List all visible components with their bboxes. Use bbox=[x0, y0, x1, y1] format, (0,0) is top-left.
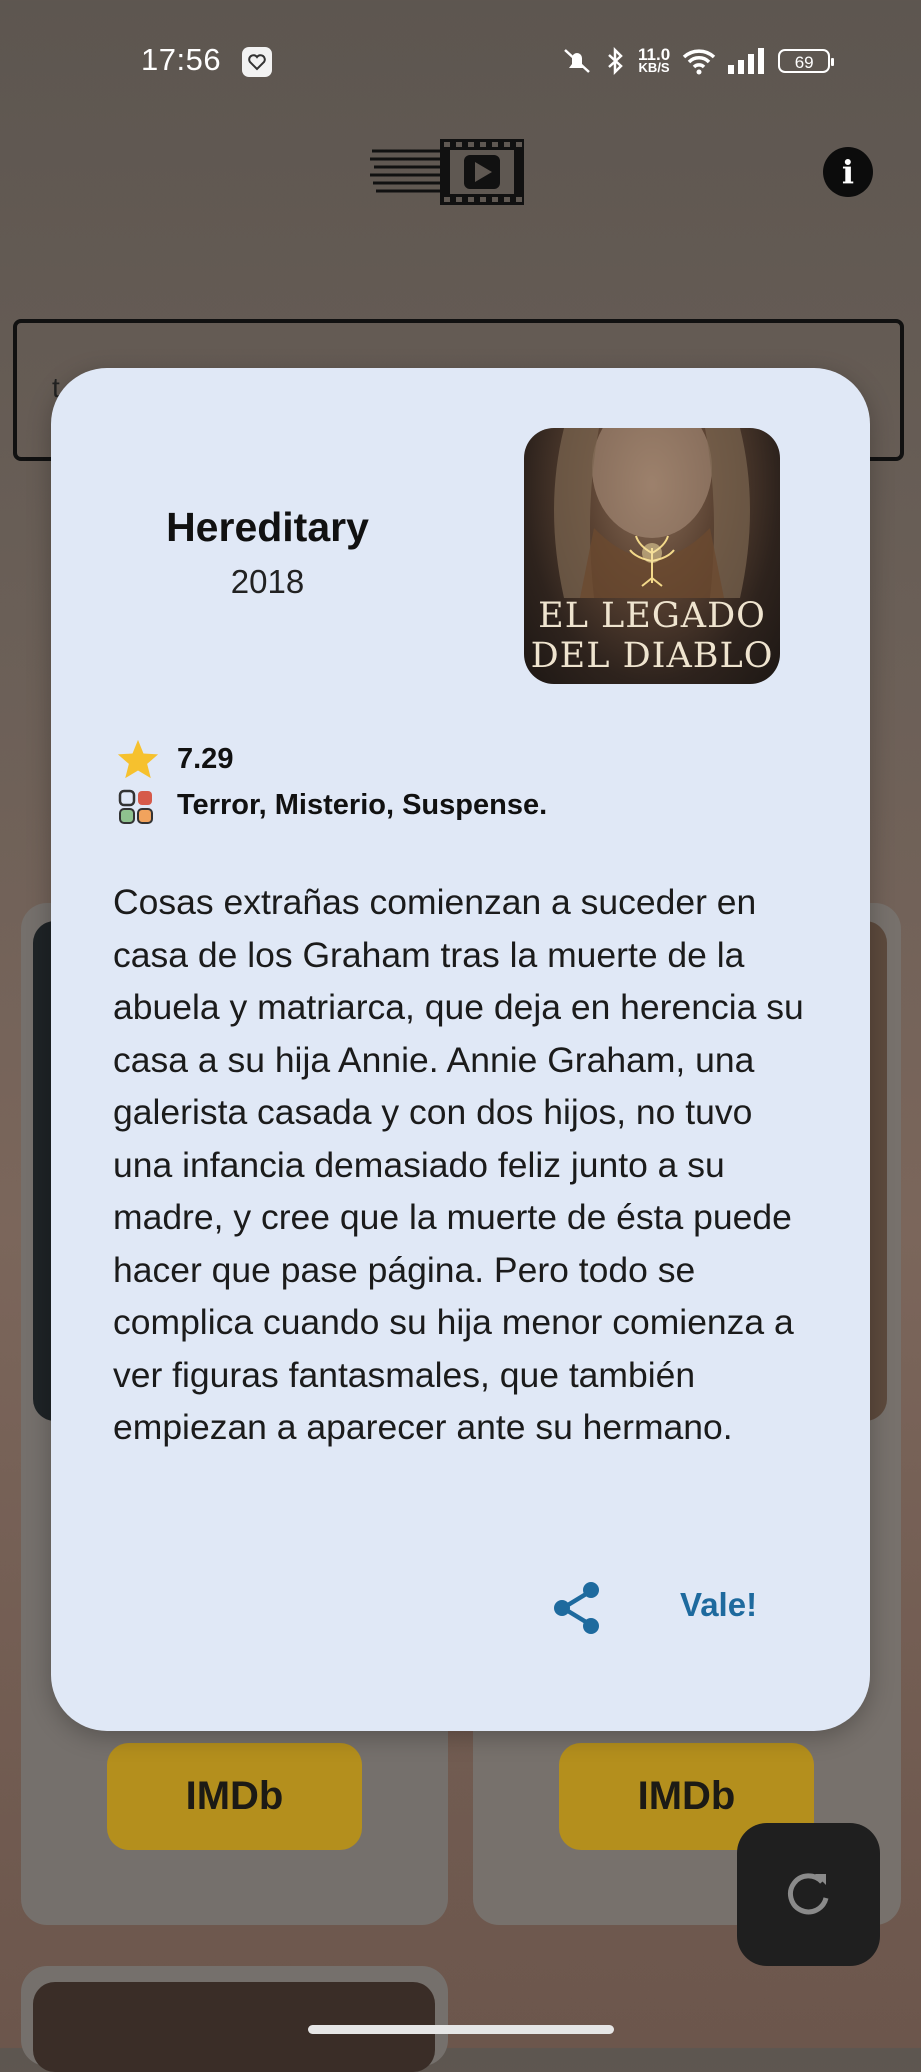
star-icon bbox=[116, 738, 160, 785]
app-logo-icon bbox=[370, 133, 528, 216]
signal-icon bbox=[728, 48, 765, 74]
bluetooth-icon bbox=[608, 46, 623, 76]
wifi-icon bbox=[682, 49, 716, 75]
rating-value: 7.29 bbox=[177, 743, 234, 775]
imdb-button[interactable]: IMDb bbox=[107, 1743, 362, 1850]
poster-title-line1: EL LEGADO bbox=[538, 596, 766, 636]
home-indicator[interactable] bbox=[308, 2025, 614, 2034]
status-time: 17:56 bbox=[141, 42, 222, 77]
status-icons: 11.0 KB/S 69 bbox=[560, 44, 835, 78]
info-icon: i bbox=[841, 153, 855, 191]
refresh-icon bbox=[788, 1873, 829, 1915]
refresh-button[interactable] bbox=[737, 1823, 880, 1966]
health-app-icon bbox=[242, 47, 272, 77]
share-button[interactable] bbox=[551, 1580, 603, 1636]
grid-icon bbox=[118, 789, 154, 830]
genres-text: Terror, Misterio, Suspense. bbox=[177, 789, 548, 821]
movie-title: Hereditary bbox=[166, 504, 369, 550]
network-speed: 11.0 KB/S bbox=[638, 45, 671, 75]
info-button[interactable]: i bbox=[823, 147, 873, 197]
poster-title-line2: DEL DIABLO bbox=[530, 636, 774, 676]
ok-button[interactable]: Vale! bbox=[680, 1586, 757, 1624]
movie-poster: EL LEGADO DEL DIABLO bbox=[524, 428, 780, 684]
movie-year: 2018 bbox=[230, 563, 305, 600]
share-icon bbox=[554, 1582, 599, 1634]
mute-icon bbox=[564, 49, 590, 73]
synopsis-text: Cosas extrañas comienzan a suceder en ca… bbox=[113, 882, 804, 1447]
battery-icon: 69 bbox=[778, 49, 835, 73]
